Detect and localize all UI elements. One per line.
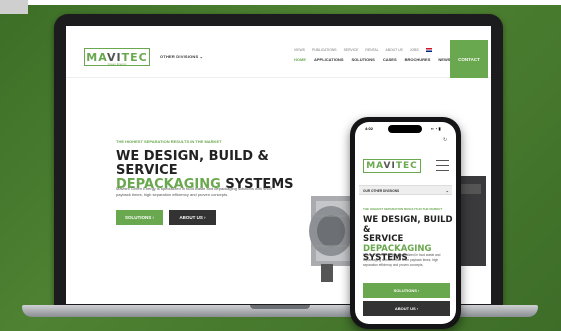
hamburger-menu-icon[interactable]	[436, 160, 449, 175]
phone-screen: 4:02 ▪▪ ◔ ▮ ↻ MAVITEC OUR OTHER DIVISION…	[355, 122, 456, 324]
util-nav-service[interactable]: SERVICE	[344, 48, 359, 52]
about-us-button[interactable]: ABOUT US ›	[169, 210, 216, 225]
solutions-button[interactable]: SOLUTIONS ›	[116, 210, 163, 225]
mobile-solutions-button[interactable]: SOLUTIONS ›	[363, 283, 450, 298]
util-nav-jobs[interactable]: JOBS	[410, 48, 419, 52]
mobile-mavitec-logo[interactable]: MAVITEC	[363, 159, 421, 173]
hero-description: Mavitec Green Energy is specialized in f…	[116, 186, 273, 197]
nav-brochures[interactable]: BROCHURES	[405, 57, 431, 62]
mavitec-logo[interactable]: MAVITEC Green Energy	[84, 48, 150, 66]
reload-icon[interactable]: ↻	[443, 137, 447, 143]
util-nav-publications[interactable]: PUBLICATIONS	[312, 48, 337, 52]
contact-button[interactable]: CONTACT	[450, 40, 488, 78]
nav-home[interactable]: HOME	[294, 57, 306, 62]
mobile-hero-eyebrow: THE HIGHEST SEPARATION RESULTS IN THE MA…	[363, 207, 443, 211]
mobile-hero-description: Mavitec Green Energy is specialized in f…	[363, 253, 441, 267]
status-time: 4:02	[365, 126, 374, 131]
hero-eyebrow: THE HIGHEST SEPARATION RESULTS IN THE MA…	[116, 139, 222, 144]
nav-solutions[interactable]: SOLUTIONS	[351, 57, 374, 62]
util-nav-about-us[interactable]: ABOUT US	[386, 48, 403, 52]
site-header: MAVITEC Green Energy OTHER DIVISIONS ⌄ V…	[66, 26, 491, 78]
logo-tagline: Green Energy	[107, 62, 127, 66]
laptop-notch	[250, 305, 310, 309]
mobile-divisions-dropdown[interactable]: OUR OTHER DIVISIONS ⌄	[359, 185, 452, 195]
corner-tab	[0, 0, 28, 14]
main-nav: HOME APPLICATIONS SOLUTIONS CASES BROCHU…	[294, 57, 450, 62]
chevron-down-icon: ⌄	[445, 188, 449, 193]
language-flag-icon[interactable]	[425, 48, 432, 52]
nav-applications[interactable]: APPLICATIONS	[314, 57, 343, 62]
status-icons: ▪▪ ◔ ▮	[431, 126, 441, 131]
mobile-about-us-button[interactable]: ABOUT US ›	[363, 301, 450, 316]
nav-news[interactable]: NEWS	[438, 57, 450, 62]
dynamic-island	[388, 125, 422, 133]
phone-status-bar: 4:02 ▪▪ ◔ ▮	[355, 122, 456, 134]
chevron-down-icon: ⌄	[199, 54, 204, 59]
nav-cases[interactable]: CASES	[383, 57, 397, 62]
util-nav-views[interactable]: VIEWS	[294, 48, 305, 52]
util-nav-rental[interactable]: RENTAL	[365, 48, 378, 52]
top-edge	[0, 0, 561, 5]
utility-nav: VIEWS PUBLICATIONS SERVICE RENTAL ABOUT …	[294, 48, 432, 52]
other-divisions-dropdown[interactable]: OTHER DIVISIONS ⌄	[160, 54, 203, 59]
